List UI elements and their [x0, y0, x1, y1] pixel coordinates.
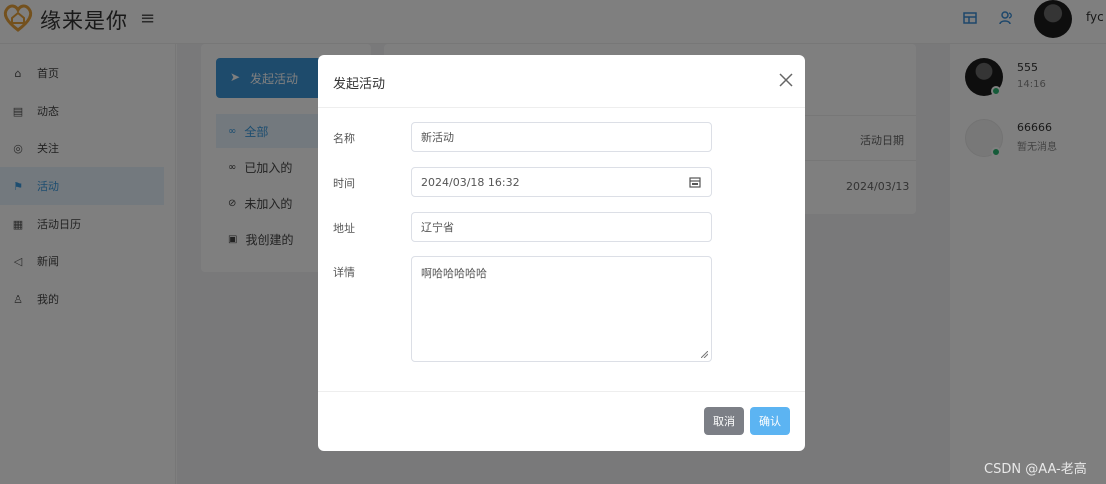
datetime-value: 2024/03/18 16:32 [421, 175, 520, 189]
address-field[interactable]: 辽宁省 [411, 212, 712, 242]
cancel-button[interactable]: 取消 [704, 407, 744, 435]
datetime-picker[interactable]: 2024/03/18 16:32 [411, 167, 712, 197]
name-label: 名称 [333, 132, 355, 145]
name-field[interactable]: 新活动 [411, 122, 712, 152]
calendar-icon[interactable] [689, 176, 701, 188]
address-label: 地址 [333, 222, 355, 235]
address-field-value: 辽宁省 [421, 221, 454, 234]
dialog-header-divider [318, 107, 805, 108]
dialog-footer-divider [318, 391, 805, 392]
create-activity-dialog: 发起活动 名称 新活动 时间 2024/03/18 16:32 地址 辽宁省 详… [318, 55, 805, 451]
details-textarea[interactable]: 啊哈哈哈哈哈 [411, 256, 712, 362]
dialog-title: 发起活动 [333, 77, 386, 92]
details-label: 详情 [333, 266, 355, 279]
close-icon[interactable] [776, 70, 796, 90]
time-label: 时间 [333, 177, 355, 190]
resize-grip-icon[interactable] [701, 351, 708, 358]
name-field-value: 新活动 [421, 131, 454, 144]
confirm-button[interactable]: 确认 [750, 407, 790, 435]
watermark: CSDN @AA-老高 [984, 462, 1087, 477]
details-textarea-value: 啊哈哈哈哈哈 [421, 267, 487, 280]
